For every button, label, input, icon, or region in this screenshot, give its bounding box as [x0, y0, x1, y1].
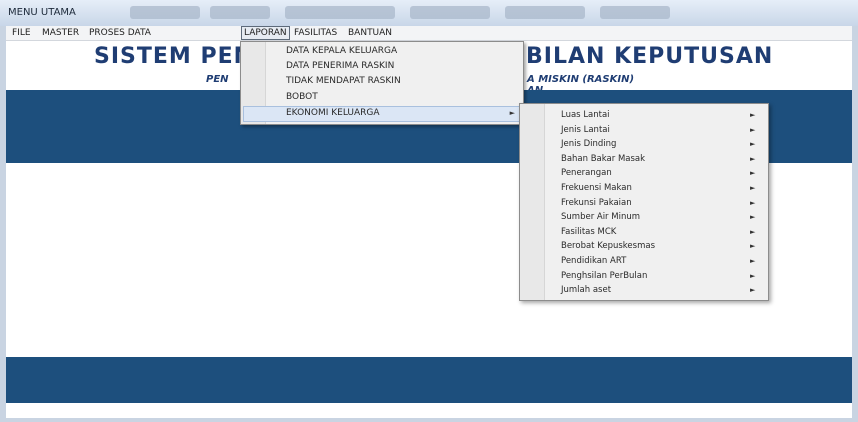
title-bar-blur [285, 6, 395, 19]
menu-item-tidak-mendapat-raskin[interactable]: TIDAK MENDAPAT RASKIN [286, 75, 401, 87]
title-bar-blur [130, 6, 200, 19]
submenu-item[interactable]: Pendidikan ART [561, 256, 626, 267]
main-window: MENU UTAMA FILE MASTER PROSES DATA LAPOR… [0, 0, 858, 422]
menu-item-data-kepala-keluarga[interactable]: DATA KEPALA KELUARGA [286, 45, 397, 57]
submenu-arrow-icon: ► [750, 257, 756, 265]
submenu-arrow-icon: ► [750, 227, 756, 236]
submenu-arrow-icon: ► [750, 184, 756, 192]
submenu-arrow-icon: ► [509, 109, 515, 117]
laporan-dropdown: DATA KEPALA KELUARGA DATA PENERIMA RASKI… [240, 41, 524, 125]
page-subtitle-left: PEN [206, 74, 229, 85]
title-bar[interactable]: MENU UTAMA [0, 0, 858, 26]
menu-proses-data[interactable]: PROSES DATA [87, 27, 153, 39]
footer-band [6, 357, 852, 403]
menu-gutter [520, 104, 545, 300]
ekonomi-keluarga-submenu: Luas Lantai ► Jenis Lantai ► Jenis Dinding ► B… [519, 103, 769, 301]
submenu-item[interactable]: Penerangan [561, 168, 612, 179]
submenu-item[interactable]: Jenis Lantai [561, 125, 610, 136]
menu-item-bobot[interactable]: BOBOT [286, 91, 318, 103]
submenu-arrow-icon: ► [750, 111, 756, 119]
title-bar-blur [410, 6, 490, 19]
page-subtitle-right: A MISKIN (RASKIN) [527, 74, 635, 85]
menu-laporan[interactable]: LAPORAN [241, 26, 290, 40]
submenu-arrow-icon: ► [750, 154, 756, 163]
submenu-arrow-icon: ► [750, 242, 756, 251]
menu-file[interactable]: FILE [10, 27, 33, 39]
submenu-item[interactable]: Frekunsi Pakaian [561, 198, 632, 209]
submenu-item[interactable]: Jenis Dinding [561, 139, 616, 150]
title-bar-blur [505, 6, 585, 19]
title-bar-blur [210, 6, 270, 19]
submenu-arrow-icon: ► [750, 198, 756, 207]
submenu-item[interactable]: Sumber Air Minum [561, 212, 640, 223]
submenu-arrow-icon: ► [750, 169, 756, 178]
submenu-arrow-icon: ► [750, 125, 756, 134]
menu-highlight [243, 106, 521, 122]
page-title-left: SISTEM PEN [94, 44, 254, 69]
submenu-item[interactable]: Jumlah aset [561, 285, 611, 296]
submenu-item[interactable]: Bahan Bakar Masak [561, 154, 645, 165]
menu-bar: FILE MASTER PROSES DATA LAPORAN FASILITA… [6, 26, 852, 41]
title-bar-blur [600, 6, 670, 19]
submenu-item[interactable]: Frekuensi Makan [561, 183, 632, 194]
menu-bantuan[interactable]: BANTUAN [346, 27, 394, 39]
menu-item-data-penerima-raskin[interactable]: DATA PENERIMA RASKIN [286, 60, 394, 72]
submenu-item[interactable]: Fasilitas MCK [561, 227, 616, 238]
submenu-arrow-icon: ► [750, 140, 756, 149]
submenu-item[interactable]: Penghsilan PerBulan [561, 271, 647, 282]
page-title-right: BILAN KEPUTUSAN [526, 44, 774, 69]
submenu-item[interactable]: Berobat Kepuskesmas [561, 241, 655, 252]
window-title: MENU UTAMA [8, 7, 76, 18]
menu-item-ekonomi-keluarga[interactable]: EKONOMI KELUARGA [286, 107, 380, 119]
submenu-arrow-icon: ► [750, 213, 756, 222]
menu-fasilitas[interactable]: FASILITAS [292, 27, 339, 39]
submenu-item[interactable]: Luas Lantai [561, 110, 610, 121]
submenu-arrow-icon: ► [750, 271, 756, 280]
submenu-arrow-icon: ► [750, 286, 756, 295]
menu-master[interactable]: MASTER [40, 27, 81, 39]
